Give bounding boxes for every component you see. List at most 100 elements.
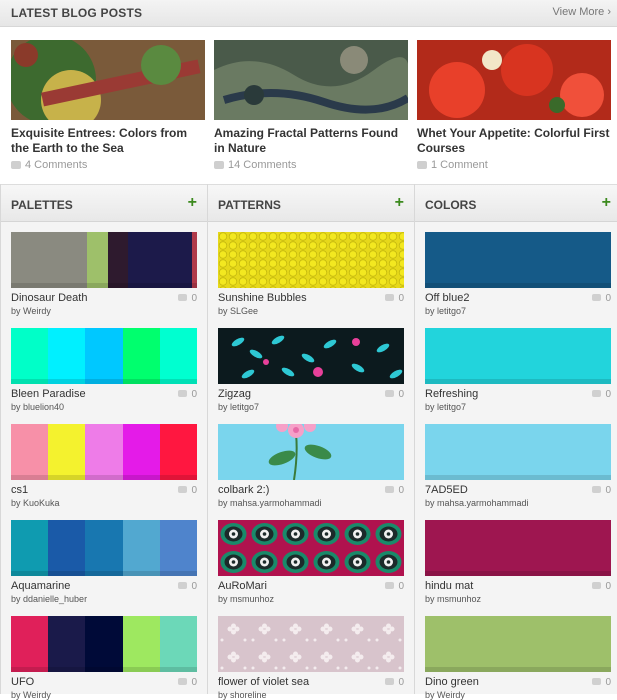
color-swatch[interactable]	[425, 328, 611, 384]
swatch-shade	[11, 475, 197, 480]
palette-swatch[interactable]	[11, 232, 197, 288]
palette-color-stripe	[160, 520, 197, 576]
comment-icon	[417, 161, 427, 169]
item-name[interactable]: UFO	[11, 676, 197, 688]
post-title[interactable]: Exquisite Entrees: Colors from the Earth…	[11, 126, 205, 156]
palette-color-stripe	[48, 424, 85, 480]
pattern-item[interactable]: Sunshine Bubbles by SLGee 0	[218, 232, 404, 316]
color-swatch[interactable]	[425, 424, 611, 480]
item-author[interactable]: by letitgo7	[218, 402, 404, 412]
post-thumbnail[interactable]	[11, 40, 205, 120]
comment-icon	[178, 678, 188, 685]
comment-count: 0	[592, 389, 611, 400]
palette-color-stripe	[128, 232, 192, 288]
pattern-item[interactable]: AuRoMari by msmunhoz 0	[218, 520, 404, 604]
item-name[interactable]: Sunshine Bubbles	[218, 292, 404, 304]
palette-swatch[interactable]	[11, 520, 197, 576]
post-thumbnail[interactable]	[417, 40, 611, 120]
column-title: COLORS	[425, 198, 477, 212]
swatch-shade	[11, 283, 197, 288]
item-name[interactable]: AuRoMari	[218, 580, 404, 592]
add-pattern-icon[interactable]: +	[395, 194, 404, 212]
post-thumbnail[interactable]	[214, 40, 408, 120]
color-swatch[interactable]	[425, 616, 611, 672]
pattern-swatch[interactable]	[218, 424, 404, 480]
item-name[interactable]: Refreshing	[425, 388, 611, 400]
item-name[interactable]: flower of violet sea	[218, 676, 404, 688]
swatch-shade	[11, 571, 197, 576]
blog-post[interactable]: Exquisite Entrees: Colors from the Earth…	[11, 40, 205, 171]
post-title[interactable]: Whet Your Appetite: Colorful First Cours…	[417, 126, 611, 156]
item-name[interactable]: Zigzag	[218, 388, 404, 400]
palette-item[interactable]: UFO by Weirdy 0	[11, 616, 197, 700]
item-author[interactable]: by Weirdy	[11, 306, 197, 316]
pattern-item[interactable]: colbark 2:) by mahsa.yarmohammadi 0	[218, 424, 404, 508]
item-author[interactable]: by Weirdy	[425, 690, 611, 700]
comment-count: 0	[385, 677, 404, 688]
palette-color-stripe	[48, 520, 85, 576]
color-item[interactable]: hindu mat by msmunhoz 0	[425, 520, 611, 604]
pattern-swatch[interactable]	[218, 232, 404, 288]
palette-color-stripe	[11, 424, 48, 480]
item-name[interactable]: colbark 2:)	[218, 484, 404, 496]
color-item[interactable]: Off blue2 by letitgo7 0	[425, 232, 611, 316]
item-name[interactable]: cs1	[11, 484, 197, 496]
item-name[interactable]: Bleen Paradise	[11, 388, 197, 400]
item-name[interactable]: Dinosaur Death	[11, 292, 197, 304]
post-comments[interactable]: 14 Comments	[214, 159, 296, 171]
item-name[interactable]: Aquamarine	[11, 580, 197, 592]
pattern-swatch[interactable]	[218, 616, 404, 672]
palette-item[interactable]: Dinosaur Death by Weirdy 0	[11, 232, 197, 316]
swatch-shade	[425, 475, 611, 480]
pattern-swatch[interactable]	[218, 520, 404, 576]
pattern-swatch[interactable]	[218, 328, 404, 384]
blog-post[interactable]: Whet Your Appetite: Colorful First Cours…	[417, 40, 611, 171]
item-author[interactable]: by msmunhoz	[425, 594, 611, 604]
palette-swatch[interactable]	[11, 424, 197, 480]
palette-color-stripe	[11, 520, 48, 576]
post-comments[interactable]: 1 Comment	[417, 159, 488, 171]
palette-swatch[interactable]	[11, 616, 197, 672]
palette-color-stripe	[11, 328, 48, 384]
item-author[interactable]: by mahsa.yarmohammadi	[425, 498, 611, 508]
item-author[interactable]: by shoreline	[218, 690, 404, 700]
item-author[interactable]: by letitgo7	[425, 402, 611, 412]
color-swatch[interactable]	[425, 520, 611, 576]
item-author[interactable]: by mahsa.yarmohammadi	[218, 498, 404, 508]
pattern-item[interactable]: Zigzag by letitgo7 0	[218, 328, 404, 412]
post-comments[interactable]: 4 Comments	[11, 159, 87, 171]
palette-color-stripe	[160, 328, 197, 384]
color-item[interactable]: Dino green by Weirdy 0	[425, 616, 611, 700]
item-author[interactable]: by KuoKuka	[11, 498, 197, 508]
color-item[interactable]: 7AD5ED by mahsa.yarmohammadi 0	[425, 424, 611, 508]
item-author[interactable]: by bluelion40	[11, 402, 197, 412]
color-swatch[interactable]	[425, 232, 611, 288]
item-name[interactable]: hindu mat	[425, 580, 611, 592]
palette-item[interactable]: Bleen Paradise by bluelion40 0	[11, 328, 197, 412]
item-author[interactable]: by ddanielle_huber	[11, 594, 197, 604]
item-name[interactable]: Off blue2	[425, 292, 611, 304]
palette-item[interactable]: Aquamarine by ddanielle_huber 0	[11, 520, 197, 604]
comment-count: 4 Comments	[25, 159, 88, 171]
add-palette-icon[interactable]: +	[188, 194, 197, 212]
item-author[interactable]: by Weirdy	[11, 690, 197, 700]
pattern-item[interactable]: flower of violet sea by shoreline 0	[218, 616, 404, 700]
color-item[interactable]: Refreshing by letitgo7 0	[425, 328, 611, 412]
palette-swatch[interactable]	[11, 328, 197, 384]
view-more-link[interactable]: View More ›	[553, 6, 611, 18]
item-author[interactable]: by SLGee	[218, 306, 404, 316]
item-author[interactable]: by msmunhoz	[218, 594, 404, 604]
column-title: PATTERNS	[218, 198, 281, 212]
item-name[interactable]: 7AD5ED	[425, 484, 611, 496]
blog-post[interactable]: Amazing Fractal Patterns Found in Nature…	[214, 40, 408, 171]
item-author[interactable]: by letitgo7	[425, 306, 611, 316]
palettes-header: PALETTES +	[1, 184, 207, 222]
post-title[interactable]: Amazing Fractal Patterns Found in Nature	[214, 126, 408, 156]
comment-count: 14 Comments	[228, 159, 297, 171]
comment-icon	[11, 161, 21, 169]
palette-color-stripe	[85, 616, 123, 672]
add-color-icon[interactable]: +	[602, 194, 611, 212]
palette-item[interactable]: cs1 by KuoKuka 0	[11, 424, 197, 508]
comment-icon	[178, 390, 188, 397]
item-name[interactable]: Dino green	[425, 676, 611, 688]
